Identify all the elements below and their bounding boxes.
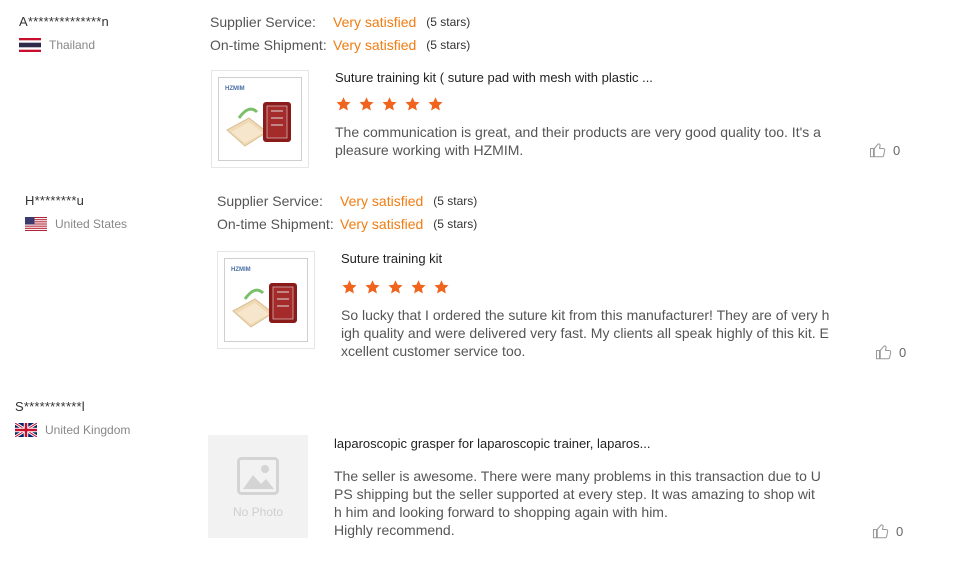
star-icon xyxy=(359,97,374,111)
no-photo-label: No Photo xyxy=(232,505,284,519)
supplier-service-row: Supplier Service: Very satisfied (5 star… xyxy=(210,10,470,33)
like-button[interactable]: 0 xyxy=(869,141,900,159)
shipment-row: On-time Shipment: Very satisfied (5 star… xyxy=(210,33,470,56)
country-name: Thailand xyxy=(49,38,96,52)
buyer-country: Thailand xyxy=(19,38,109,52)
product-image: HZMIM xyxy=(218,77,302,161)
shipment-label: On-time Shipment: xyxy=(217,215,334,232)
like-count: 0 xyxy=(896,523,904,539)
uk-flag-icon xyxy=(15,423,37,437)
us-flag-icon xyxy=(25,217,47,231)
review-text-line: xcellent customer service too. xyxy=(341,343,526,359)
supplier-service-value: Very satisfied xyxy=(333,13,417,30)
supplier-service-stars: (5 stars) xyxy=(433,193,478,208)
review-text-line: The seller is awesome. There were many p… xyxy=(334,468,821,484)
star-rating xyxy=(335,96,450,112)
country-name: United States xyxy=(55,217,128,231)
supplier-ratings: Supplier Service: Very satisfied (5 star… xyxy=(210,10,470,56)
product-title-link[interactable]: Suture training kit ( suture pad with me… xyxy=(335,70,653,85)
supplier-service-label: Supplier Service: xyxy=(217,192,323,209)
shipment-stars: (5 stars) xyxy=(433,216,478,231)
review-text-line: So lucky that I ordered the suture kit f… xyxy=(341,307,830,323)
buyer-name: A**************n xyxy=(19,14,109,29)
star-icon xyxy=(365,280,380,294)
supplier-service-stars: (5 stars) xyxy=(426,14,471,29)
star-icon xyxy=(382,97,397,111)
no-photo-placeholder: No Photo xyxy=(208,435,308,538)
shipment-row: On-time Shipment: Very satisfied (5 star… xyxy=(217,212,477,235)
review-text-line: igh quality and were delivered very fast… xyxy=(341,325,829,341)
star-icon xyxy=(388,280,403,294)
shipment-value: Very satisfied xyxy=(340,215,424,232)
star-icon xyxy=(336,97,351,111)
shipment-label: On-time Shipment: xyxy=(210,36,327,53)
shipment-value: Very satisfied xyxy=(333,36,417,53)
like-count: 0 xyxy=(893,142,901,158)
review-text-line: h him and looking forward to shopping ag… xyxy=(334,504,668,520)
product-thumbnail[interactable]: HZMIM xyxy=(211,70,309,168)
shipment-stars: (5 stars) xyxy=(426,37,471,52)
star-icon xyxy=(428,97,443,111)
product-image: HZMIM xyxy=(224,258,308,342)
buyer-name: S***********l xyxy=(15,399,85,414)
star-icon xyxy=(405,97,420,111)
image-placeholder-icon xyxy=(237,457,279,495)
buyer-name: H********u xyxy=(25,193,85,208)
product-thumbnail[interactable]: HZMIM xyxy=(217,251,315,349)
brand-logo-text: HZMIM xyxy=(225,86,245,92)
like-button[interactable]: 0 xyxy=(872,522,903,540)
star-icon xyxy=(342,280,357,294)
buyer-info: S***********l United Kingdom xyxy=(15,399,130,437)
thumbs-up-icon xyxy=(875,345,892,360)
star-icon xyxy=(411,280,426,294)
review-text: So lucky that I ordered the suture kit f… xyxy=(341,306,829,360)
brand-logo-text: HZMIM xyxy=(231,267,251,273)
buyer-info: A**************n Thailand xyxy=(19,14,109,52)
buyer-country: United Kingdom xyxy=(15,423,130,437)
like-count: 0 xyxy=(899,344,907,360)
review-text: The seller is awesome. There were many p… xyxy=(334,467,821,539)
thailand-flag-icon xyxy=(19,38,41,52)
supplier-ratings: Supplier Service: Very satisfied (5 star… xyxy=(217,189,477,235)
star-icon xyxy=(434,280,449,294)
review-text-line: The communication is great, and their pr… xyxy=(335,124,821,140)
product-title-link[interactable]: Suture training kit xyxy=(341,251,442,266)
star-rating xyxy=(341,279,456,295)
review-text-line: Highly recommend. xyxy=(334,522,455,538)
thumbs-up-icon xyxy=(869,143,886,158)
supplier-service-label: Supplier Service: xyxy=(210,13,316,30)
country-name: United Kingdom xyxy=(45,423,131,437)
product-title-link[interactable]: laparoscopic grasper for laparoscopic tr… xyxy=(334,436,651,451)
review-text: The communication is great, and their pr… xyxy=(335,123,821,159)
review-text-line: pleasure working with HZMIM. xyxy=(335,142,524,158)
buyer-country: United States xyxy=(25,217,127,231)
buyer-info: H********u United States xyxy=(25,193,127,231)
review-text-line: PS shipping but the seller supported at … xyxy=(334,486,815,502)
thumbs-up-icon xyxy=(872,524,889,539)
like-button[interactable]: 0 xyxy=(875,343,906,361)
supplier-service-value: Very satisfied xyxy=(340,192,424,209)
supplier-service-row: Supplier Service: Very satisfied (5 star… xyxy=(217,189,477,212)
